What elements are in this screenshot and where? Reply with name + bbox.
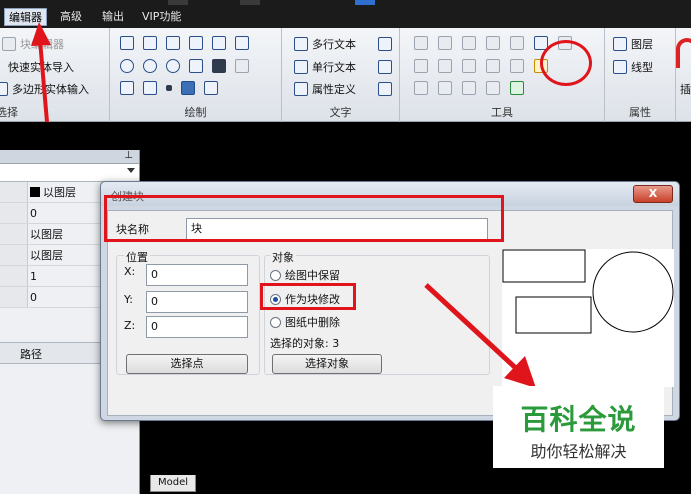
arrow-diagonal-line: [424, 283, 522, 374]
arrow-up-head: [31, 22, 51, 46]
watermark-subtitle: 助你轻松解决: [530, 442, 627, 461]
watermark: 百科全说 助你轻松解决: [493, 386, 664, 468]
watermark-title: 百科全说: [520, 403, 637, 436]
arrow-up-line: [38, 39, 49, 123]
